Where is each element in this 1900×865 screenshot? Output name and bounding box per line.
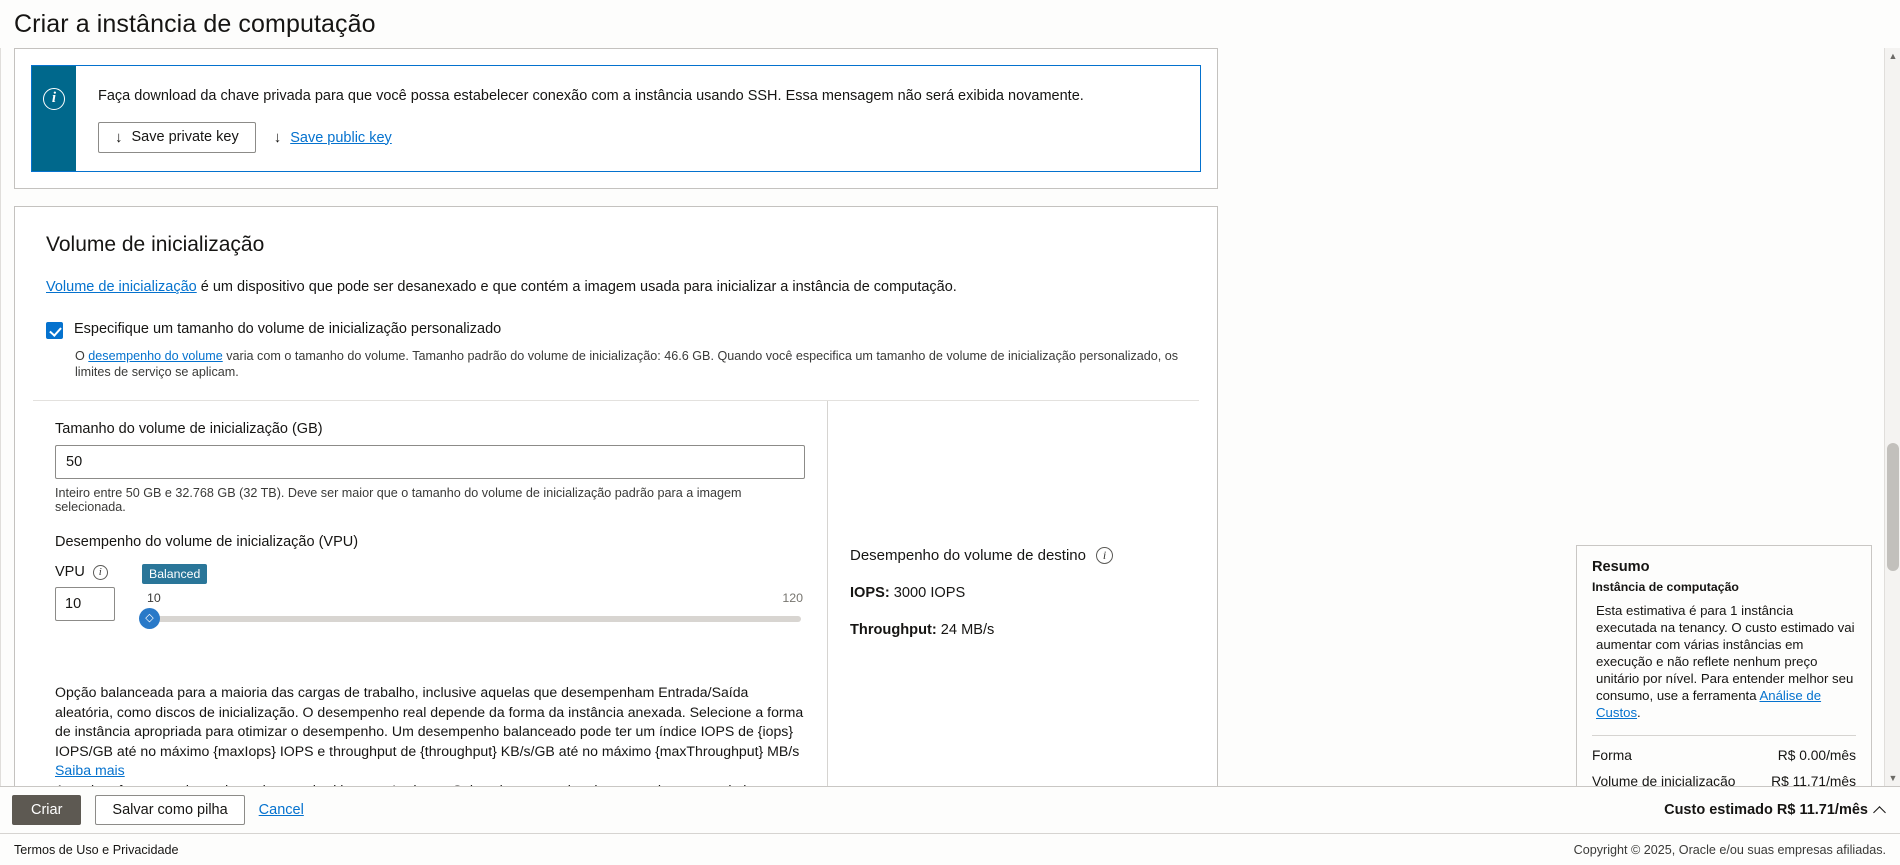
vpu-slider[interactable]: Balanced 10 120 ◇ [139,564,805,629]
vpu-description-en: Actual performance depends on the attach… [55,781,805,787]
summary-row-value: R$ 0.00/mês [1777,748,1856,763]
create-compute-instance-page: Criar a instância de computação i Faça d… [0,0,1900,865]
scroll-down-icon[interactable]: ▼ [1885,770,1900,786]
cost-estimate-toggle[interactable]: Custo estimado R$ 11.71/mês [1664,802,1886,819]
scroll-up-icon[interactable]: ▲ [1885,48,1900,64]
info-circle-icon[interactable]: i [1096,547,1113,564]
info-circle-icon: i [43,88,65,110]
cancel-link[interactable]: Cancel [259,802,304,818]
boot-volume-section-title: Volume de inicialização [46,233,265,256]
summary-row-label: Volume de inicialização [1592,774,1736,786]
page-body: i Faça download da chave privada para qu… [0,48,1900,786]
save-private-key-label: Save private key [131,129,239,146]
target-iops-value: 3000 IOPS [893,585,966,601]
save-private-key-button[interactable]: ↓ Save private key [98,122,256,153]
volume-performance-link[interactable]: desempenho do volume [88,349,222,363]
banner-actions: ↓ Save private key ↓ Save public key [98,122,1182,153]
vpu-scale-min: 10 [147,591,161,605]
summary-row: Forma R$ 0.00/mês [1592,748,1856,763]
vpu-description-en-text: Actual performance depends on the attach… [55,782,761,787]
target-iops-row: IOPS: 3000 IOPS [850,585,1199,601]
boot-volume-columns: Tamanho do volume de inicialização (GB) … [33,400,1199,786]
vertical-scrollbar[interactable]: ▲ ▼ [1884,48,1900,786]
summary-body: Esta estimativa é para 1 instância execu… [1592,602,1856,721]
help-rest: varia com o tamanho do volume. Tamanho p… [75,349,1179,379]
vpu-slider-track[interactable] [143,616,801,622]
vpu-value-input[interactable] [55,587,115,621]
summary-row-label: Forma [1592,748,1632,763]
vpu-caption-row: VPU i [55,564,127,580]
page-title: Criar a instância de computação [14,9,376,38]
help-prefix: O [75,349,89,363]
summary-row-value: R$ 11.71/mês [1771,774,1856,786]
save-public-key-link[interactable]: ↓ Save public key [274,130,392,146]
download-icon: ↓ [273,129,282,146]
vpu-description-pt: Opção balanceada para a maioria das carg… [55,683,805,781]
summary-panel: Resumo Instância de computação Esta esti… [1576,545,1872,786]
target-throughput-value: 24 MB/s [940,622,995,638]
content-inner: i Faça download da chave privada para qu… [0,48,1232,786]
boot-volume-left-column: Tamanho do volume de inicialização (GB) … [33,401,828,786]
action-bar: Criar Salvar como pilha Cancel Custo est… [0,786,1900,833]
vpu-heading: Desempenho do volume de inicialização (V… [55,534,359,550]
vpu-left: VPU i [55,564,127,621]
vpu-block: Desempenho do volume de inicialização (V… [55,534,805,786]
boot-volume-size-input[interactable] [55,445,805,479]
vpu-caption: VPU [55,564,85,580]
vpu-description-pt-text: Opção balanceada para a maioria das carg… [55,684,804,759]
boot-volume-description-text: é um dispositivo que pode ser desanexado… [196,279,957,295]
download-icon: ↓ [115,129,123,146]
banner-body: Faça download da chave privada para que … [76,66,1200,171]
target-iops-label: IOPS: [850,585,890,601]
summary-row: Volume de inicialização R$ 11.71/mês [1592,774,1856,786]
banner-icon-column: i [32,66,76,171]
boot-volume-description: Volume de inicialização é um dispositivo… [46,279,1199,295]
custom-boot-volume-size-checkbox[interactable] [46,322,63,339]
info-circle-icon[interactable]: i [92,564,108,580]
custom-boot-volume-size-label: Especifique um tamanho do volume de inic… [74,321,502,337]
vpu-row: VPU i Balanced 10 120 [55,564,805,629]
vpu-scale-max: 120 [782,591,803,605]
boot-volume-doc-link[interactable]: Volume de inicialização [46,279,197,295]
target-throughput-row: Throughput: 24 MB/s [850,622,1199,638]
custom-boot-volume-size-help: O desempenho do volume varia com o taman… [75,348,1199,380]
boot-volume-card: Volume de inicialização Volume de inicia… [14,206,1218,786]
private-key-download-banner: i Faça download da chave privada para qu… [31,65,1201,172]
target-performance-title: Desempenho do volume de destino [850,547,1086,564]
ssh-key-card: i Faça download da chave privada para qu… [14,48,1218,189]
page-footer: Termos de Uso e Privacidade Copyright © … [0,833,1900,865]
summary-subtitle: Instância de computação [1592,580,1739,594]
target-performance-title-row: Desempenho do volume de destino i [850,547,1199,564]
boot-volume-size-help: Inteiro entre 50 GB e 32.768 GB (32 TB).… [55,486,742,514]
scrollbar-thumb[interactable] [1887,443,1899,571]
boot-volume-right-column: Desempenho do volume de destino i IOPS: … [828,401,1199,786]
chevron-up-icon [1873,805,1886,819]
custom-boot-volume-size-row: Especifique um tamanho do volume de inic… [46,321,1199,339]
cost-estimate-label: Custo estimado R$ 11.71/mês [1664,802,1868,818]
summary-body-suffix: . [1637,705,1641,720]
create-button[interactable]: Criar [12,794,82,826]
banner-message: Faça download da chave privada para que … [98,88,1084,104]
vpu-tooltip-badge: Balanced [142,564,208,584]
summary-title: Resumo [1592,559,1650,575]
save-as-stack-button[interactable]: Salvar como pilha [95,794,245,826]
summary-divider-top [1592,735,1856,736]
saiba-mais-link[interactable]: Saiba mais [55,762,125,778]
save-public-key-label: Save public key [290,129,392,146]
boot-volume-size-label: Tamanho do volume de inicialização (GB) [55,421,323,437]
vpu-slider-thumb[interactable]: ◇ [139,608,160,629]
terms-link[interactable]: Termos de Uso e Privacidade [14,843,179,857]
copyright-text: Copyright © 2025, Oracle e/ou suas empre… [1573,842,1886,857]
page-title-bar: Criar a instância de computação [0,0,1900,48]
target-throughput-label: Throughput: [850,622,937,638]
